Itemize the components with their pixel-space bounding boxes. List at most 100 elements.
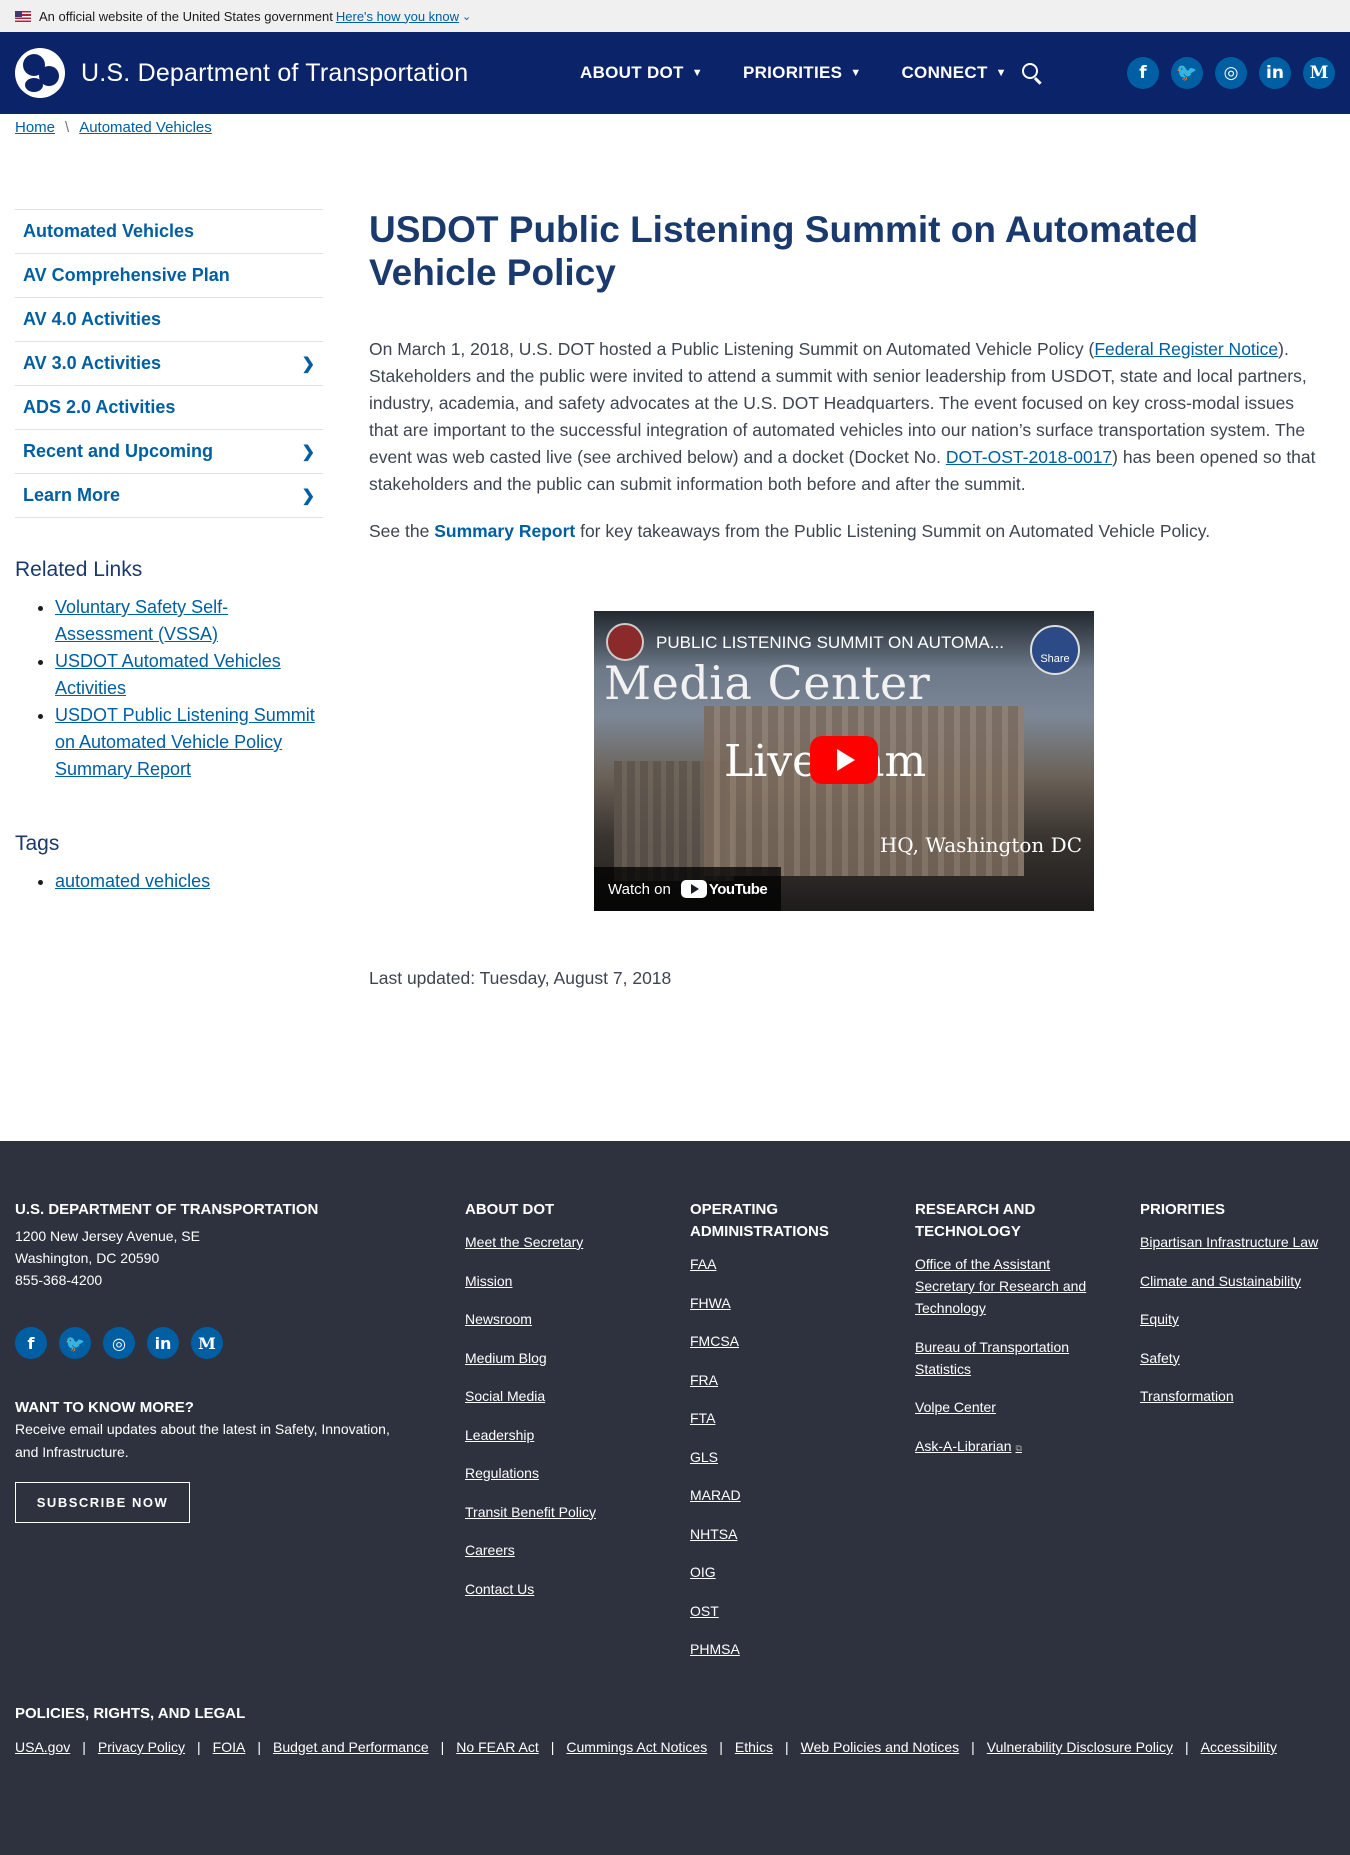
search-icon[interactable] [1022,63,1044,85]
nav-about-dot[interactable]: ABOUT DOT ▼ [580,63,703,83]
related-link-vssa[interactable]: Voluntary Safety Self-Assessment (VSSA) [55,597,228,644]
page-title: USDOT Public Listening Summit on Automat… [369,209,1199,293]
footer-link[interactable]: PHMSA [690,1638,860,1660]
footer-link[interactable]: Meet the Secretary [465,1231,665,1253]
footer-link[interactable]: Careers [465,1539,665,1561]
subscribe-button[interactable]: SUBSCRIBE NOW [15,1482,190,1523]
facebook-icon[interactable]: f [1127,57,1159,89]
footer-link[interactable]: MARAD [690,1484,860,1506]
chevron-right-icon[interactable]: ❯ [302,442,315,462]
policy-link[interactable]: No FEAR Act [456,1739,538,1755]
sidenav-label: AV 4.0 Activities [23,309,162,329]
policy-link[interactable]: Web Policies and Notices [801,1739,959,1755]
twitter-icon[interactable]: 🐦 [1171,57,1203,89]
summary-text: for key takeaways from the Public Listen… [575,521,1211,541]
sidenav-item-automated-vehicles[interactable]: Automated Vehicles [15,210,323,254]
chevron-down-icon[interactable]: ⌄ [462,10,471,23]
footer-link[interactable]: Medium Blog [465,1347,665,1369]
linkedin-icon[interactable]: in [147,1327,179,1359]
breadcrumb-current[interactable]: Automated Vehicles [79,119,212,136]
play-icon [837,749,855,771]
footer-link[interactable]: Mission [465,1270,665,1292]
policy-link[interactable]: Accessibility [1201,1739,1277,1755]
chevron-right-icon[interactable]: ❯ [302,354,315,374]
tag-link[interactable]: automated vehicles [55,871,210,891]
play-button[interactable] [810,736,878,784]
footer-link[interactable]: FTA [690,1407,860,1429]
linkedin-icon[interactable]: in [1259,57,1291,89]
footer-link[interactable]: GLS [690,1446,860,1468]
footer-link[interactable]: FRA [690,1369,860,1391]
related-link-av-activities[interactable]: USDOT Automated Vehicles Activities [55,651,281,698]
footer-link[interactable]: FAA [690,1253,860,1275]
policy-link[interactable]: USA.gov [15,1739,70,1755]
breadcrumb-home[interactable]: Home [15,119,55,136]
nav-priorities[interactable]: PRIORITIES ▼ [743,63,862,83]
summary-report-link[interactable]: Summary Report [434,521,575,541]
footer-link[interactable]: Bipartisan Infrastructure Law [1140,1231,1340,1253]
footer-link[interactable]: Office of the Assistant Secretary for Re… [915,1253,1095,1319]
footer-link[interactable]: OST [690,1600,860,1622]
sidenav-item-av-3-activities[interactable]: AV 3.0 Activities ❯ [15,342,323,386]
watch-on-youtube[interactable]: Watch on YouTube [594,867,782,911]
policy-link[interactable]: Vulnerability Disclosure Policy [987,1739,1173,1755]
nav-connect[interactable]: CONNECT ▼ [901,63,1006,83]
footer-link[interactable]: Regulations [465,1462,665,1484]
footer-link[interactable]: Climate and Sustainability [1140,1270,1340,1292]
footer-link[interactable]: Social Media [465,1385,665,1407]
footer-link[interactable]: Bureau of Transportation Statistics [915,1336,1095,1380]
chevron-down-icon: ▼ [995,67,1007,79]
footer-link[interactable]: Volpe Center [915,1396,1095,1418]
policy-link[interactable]: Cummings Act Notices [566,1739,707,1755]
footer-social: f 🐦 ◎ in M [15,1327,223,1359]
docket-link[interactable]: DOT-OST-2018-0017 [946,447,1112,467]
policy-link[interactable]: Ethics [735,1739,773,1755]
policy-link[interactable]: Budget and Performance [273,1739,429,1755]
medium-icon[interactable]: M [1303,57,1335,89]
chevron-down-icon: ▼ [850,67,862,79]
sidenav-item-av-4-activities[interactable]: AV 4.0 Activities [15,298,323,342]
sidenav-item-recent-upcoming[interactable]: Recent and Upcoming ❯ [15,430,323,474]
video-player[interactable]: Media Center Live eam HQ, Washington DC … [594,611,1094,911]
gov-banner: An official website of the United States… [0,0,1350,32]
footer-link[interactable]: FMCSA [690,1330,860,1352]
footer-priorities: PRIORITIES Bipartisan Infrastructure Law… [1140,1199,1340,1407]
policy-link[interactable]: Privacy Policy [98,1739,185,1755]
instagram-icon[interactable]: ◎ [103,1327,135,1359]
footer-link[interactable]: Newsroom [465,1308,665,1330]
sidenav-item-av-comprehensive-plan[interactable]: AV Comprehensive Plan [15,254,323,298]
footer-link[interactable]: OIG [690,1561,860,1583]
how-you-know-link[interactable]: Here's how you know [336,9,459,24]
footer-link[interactable]: Leadership [465,1424,665,1446]
video-overlay-location: HQ, Washington DC [879,833,1082,857]
footer-link[interactable]: NHTSA [690,1523,860,1545]
footer-link-label: Ask-A-Librarian [915,1437,1012,1454]
footer-link[interactable]: Transformation [1140,1385,1340,1407]
twitter-icon[interactable]: 🐦 [59,1327,91,1359]
chevron-right-icon[interactable]: ❯ [302,486,315,506]
external-link-icon: ⧉ [1015,1442,1022,1453]
header-social: f 🐦 ◎ in M [1127,57,1335,89]
video-title[interactable]: PUBLIC LISTENING SUMMIT ON AUTOMA... [656,633,1004,653]
footer-org-heading: U.S. DEPARTMENT OF TRANSPORTATION [15,1201,319,1218]
footer-link[interactable]: Safety [1140,1347,1340,1369]
federal-register-link[interactable]: Federal Register Notice [1094,339,1278,359]
summary-paragraph: See the Summary Report for key takeaways… [369,518,1319,545]
footer-link[interactable]: Transit Benefit Policy [465,1501,665,1523]
footer-link[interactable]: Ask-A-Librarian ⧉ [915,1435,1095,1459]
policy-link[interactable]: FOIA [213,1739,246,1755]
sidenav-item-ads-2-activities[interactable]: ADS 2.0 Activities [15,386,323,430]
site-title[interactable]: U.S. Department of Transportation [81,59,468,88]
footer-link[interactable]: Equity [1140,1308,1340,1330]
channel-avatar[interactable] [606,623,644,661]
related-link-summary-report[interactable]: USDOT Public Listening Summit on Automat… [55,705,315,779]
instagram-icon[interactable]: ◎ [1215,57,1247,89]
sidenav-item-learn-more[interactable]: Learn More ❯ [15,474,323,518]
footer-link[interactable]: FHWA [690,1292,860,1314]
facebook-icon[interactable]: f [15,1327,47,1359]
main-nav: ABOUT DOT ▼ PRIORITIES ▼ CONNECT ▼ [580,32,1047,114]
share-button[interactable]: Share [1030,625,1080,675]
dot-logo[interactable] [15,48,65,98]
footer-link[interactable]: Contact Us [465,1578,665,1600]
medium-icon[interactable]: M [191,1327,223,1359]
